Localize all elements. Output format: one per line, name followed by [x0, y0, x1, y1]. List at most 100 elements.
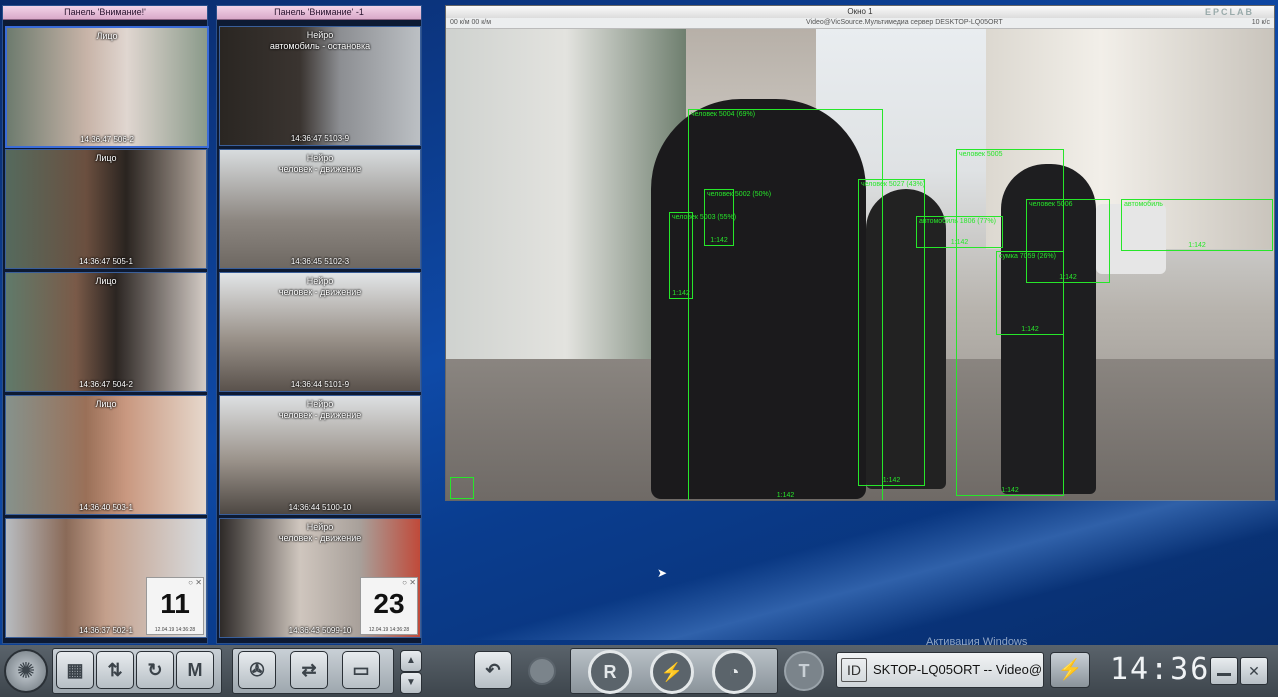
face-thumbnail[interactable]: Лицо 14:36:47 506-2 [5, 26, 209, 148]
close-icon: ✕ [1248, 663, 1260, 679]
detection-label: автомобиль 1806 (77%) [919, 218, 996, 225]
detection-track: 1:142 [672, 290, 690, 297]
face-thumbnail[interactable]: Лицо 14:36:47 505-1 [5, 149, 207, 269]
event-counter: ○ ✕ 11 12.04.19 14:36:28 [146, 577, 204, 635]
detection-label: человек 5003 (55%) [672, 214, 737, 221]
swap-button[interactable]: ⇅ [96, 651, 134, 689]
detection-box[interactable]: автомобиль 1:142 [1121, 199, 1273, 251]
detection-box[interactable]: автомобиль 1806 (77%) 1:142 [916, 216, 1003, 248]
scroll-down-button[interactable]: ▼ [400, 672, 422, 694]
neuro-thumbnail[interactable]: Нейро человек - движение 14:36:45 5102-3 [219, 149, 421, 269]
face-thumbnail[interactable]: Лицо 14:36:40 503-1 [5, 395, 207, 515]
fan-icon: ✇ [249, 659, 265, 680]
pin-icon[interactable]: ○ [402, 578, 407, 587]
counter-value: 11 [160, 588, 190, 619]
close-icon[interactable]: ✕ [409, 578, 416, 587]
tile-timestamp: 14:36:47 505-1 [79, 257, 133, 266]
m-button[interactable]: M [176, 651, 214, 689]
tile-kind: Лицо [95, 153, 117, 163]
record-indicator[interactable] [528, 657, 556, 685]
panel-title: Панель 'Внимание' -1 [217, 6, 421, 20]
speedometer-button[interactable]: ◔ [712, 650, 756, 694]
video-window-titlebar[interactable]: Окно 1 EPCLAB [446, 6, 1274, 18]
tile-kind: Нейро автомобиль - остановка [269, 30, 371, 51]
zone-marker[interactable] [450, 477, 474, 499]
run-button[interactable]: ⚡ [650, 650, 694, 694]
counter-value: 23 [373, 588, 405, 619]
tile-timestamp: 14:36:47 5103-9 [290, 134, 350, 143]
record-button-label: R [603, 661, 617, 682]
tile-kind: Нейро человек - движение [278, 399, 362, 420]
detection-label: человек 5027 (43%) [861, 181, 926, 188]
desktop-wallpaper-glow [445, 500, 1278, 640]
tile-kind: Нейро человек - движение [278, 153, 362, 174]
undo-icon: ↶ [485, 659, 501, 680]
close-icon[interactable]: ✕ [195, 578, 202, 587]
neuro-thumbnail[interactable]: Нейро человек - движение 14:36:44 5101-9 [219, 272, 421, 392]
face-thumbnail[interactable]: Лицо 14:36:47 504-2 [5, 272, 207, 392]
brand-logo: EPCLAB [1204, 7, 1254, 17]
gauge-icon: ◔ [728, 661, 740, 682]
undo-button[interactable]: ↶ [474, 651, 512, 689]
detection-label: человек 5002 (50%) [707, 191, 772, 198]
video-window[interactable]: Окно 1 EPCLAB 00 к/м 00 к/м Video@VicSou… [445, 5, 1275, 501]
detection-track: 1:142 [1021, 326, 1039, 333]
detection-track: 1:142 [1059, 274, 1077, 281]
camera-view[interactable]: человек 5004 (69%) 1:142 человек 5002 (5… [446, 29, 1274, 500]
tile-kind: Нейро человек - движение [278, 276, 362, 297]
tile-timestamp: 14:36:47 506-2 [80, 135, 134, 144]
tile-kind: Лицо [95, 399, 117, 409]
tile-timestamp: 14:36:44 5100-10 [288, 503, 352, 512]
face-thumbnail[interactable]: 14:36:37 502-1 ○ ✕ 11 12.04.19 14:36:28 [5, 518, 207, 638]
lightning-icon: ⚡ [1057, 659, 1083, 681]
fps-readout: 10 к/с [1251, 19, 1270, 26]
minimize-icon [1217, 673, 1231, 676]
attention-panel-right: Панель 'Внимание' -1 Нейро автомобиль - … [216, 5, 422, 644]
detection-label: человек 5004 (69%) [691, 111, 756, 118]
pin-icon[interactable]: ○ [188, 578, 193, 587]
detection-box[interactable]: человек 5027 (43%) 1:142 [858, 179, 925, 486]
attention-panel-left: Панель 'Внимание!' Лицо 14:36:47 506-2 Л… [2, 5, 209, 644]
tile-timestamp: 14:36:45 5102-3 [290, 257, 350, 266]
detection-label: автомобиль [1124, 201, 1163, 208]
counter-date: 12.04.19 14:36:28 [154, 627, 196, 633]
tile-kind: Лицо [96, 31, 118, 41]
detection-track: 1:142 [1188, 242, 1206, 249]
detection-box[interactable]: человек 5006 1:142 [1026, 199, 1110, 283]
tile-kind: Нейро человек - движение [278, 522, 362, 543]
neuro-thumbnail[interactable]: Нейро человек - движение 14:36:43 5099-1… [219, 518, 421, 638]
detection-track: 1:142 [776, 492, 795, 499]
source-selector[interactable]: ID SKTOP-LQ05ORT -- Video@ [836, 652, 1044, 688]
t-button[interactable]: T [784, 651, 824, 691]
t-button-label: T [798, 660, 810, 681]
close-button[interactable]: ✕ [1240, 657, 1268, 685]
video-info-bar: 00 к/м 00 к/м Video@VicSource.Мультимеди… [446, 18, 1274, 29]
storefront-left [446, 29, 686, 359]
chevron-up-icon: ▲ [406, 655, 416, 666]
detection-track: 1:142 [950, 239, 969, 246]
window-title: Окно 1 [847, 7, 873, 16]
monitor-button[interactable]: ▭ [342, 651, 380, 689]
neuro-thumbnail[interactable]: Нейро человек - движение 14:36:44 5100-1… [219, 395, 421, 515]
record-button[interactable]: R [588, 650, 632, 694]
mouse-cursor-icon: ➤ [657, 566, 668, 580]
tile-timestamp: 14:36:40 503-1 [79, 503, 133, 512]
detection-label: человек 5005 [959, 151, 1003, 158]
panel-title: Панель 'Внимание!' [3, 6, 207, 20]
detection-box[interactable]: человек 5004 (69%) 1:142 [688, 109, 883, 500]
detection-box[interactable]: человек 5003 (55%) 1:142 [669, 212, 736, 299]
minimize-button[interactable] [1210, 657, 1238, 685]
tile-timestamp: 14:36:47 504-2 [79, 380, 133, 389]
neuro-thumbnail[interactable]: Нейро автомобиль - остановка 14:36:47 51… [219, 26, 421, 146]
detection-track: 1:142 [710, 237, 728, 244]
counter-date: 12.04.19 14:36:28 [368, 627, 410, 633]
fan-button[interactable]: ✇ [238, 651, 276, 689]
grid-layout-button[interactable]: ▦ [56, 651, 94, 689]
source-name: Video@VicSource.Мультимедиа сервер DESKT… [806, 19, 1003, 26]
scroll-up-button[interactable]: ▲ [400, 650, 422, 672]
refresh-button[interactable]: ↻ [136, 651, 174, 689]
aperture-icon[interactable]: ✺ [4, 649, 48, 693]
alarm-lightning-button[interactable]: ⚡ [1050, 652, 1090, 688]
user-switch-button[interactable]: ⇄ [290, 651, 328, 689]
m-button-label: M [187, 659, 203, 680]
